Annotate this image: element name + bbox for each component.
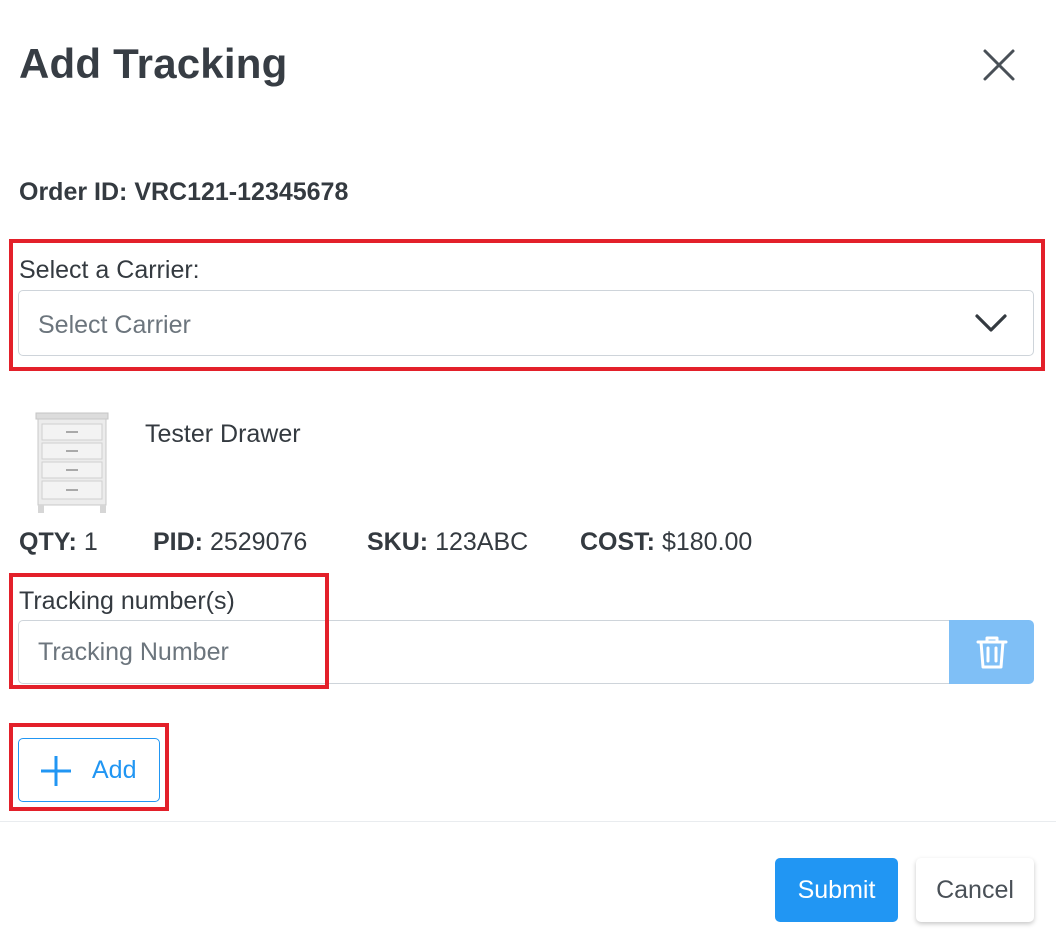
cost-label: COST: [580,528,655,556]
qty-value: 1 [83,528,98,556]
order-id-label: Order ID: [19,178,128,206]
footer-divider [0,821,1056,822]
add-tracking-modal: Add Tracking Order ID: VRC121-12345678 S… [0,0,1056,934]
close-button[interactable] [978,44,1020,86]
submit-button[interactable]: Submit [775,858,898,922]
sku-value: 123ABC [435,528,529,556]
qty-label: QTY: [19,528,77,556]
sku-label: SKU: [367,528,429,556]
order-id-value: VRC121-12345678 [134,178,349,206]
add-button-label: Add [92,756,137,784]
tracking-label: Tracking number(s) [19,587,235,615]
pid-label: PID: [153,528,203,556]
product-qty: QTY: 1 [19,528,98,557]
cancel-button[interactable]: Cancel [916,858,1034,922]
product-pid: PID: 2529076 [153,528,307,557]
carrier-select[interactable]: Select Carrier [18,290,1034,356]
plus-icon [41,756,71,786]
modal-title: Add Tracking [19,40,288,87]
dresser-image [35,412,109,513]
carrier-label: Select a Carrier: [19,256,200,284]
close-icon [983,49,1015,81]
chevron-down-icon [975,314,1007,332]
cost-value: $180.00 [661,528,753,556]
product-sku: SKU: 123ABC [367,528,528,557]
order-id: Order ID: VRC121-12345678 [19,178,348,207]
product-name: Tester Drawer [145,420,301,448]
trash-icon [976,636,1008,669]
pid-value: 2529076 [209,528,308,556]
tracking-number-input[interactable] [18,620,949,684]
delete-tracking-button[interactable] [949,620,1034,684]
product-cost: COST: $180.00 [580,528,752,557]
carrier-select-placeholder: Select Carrier [38,311,191,339]
add-tracking-button[interactable]: Add [18,738,160,802]
